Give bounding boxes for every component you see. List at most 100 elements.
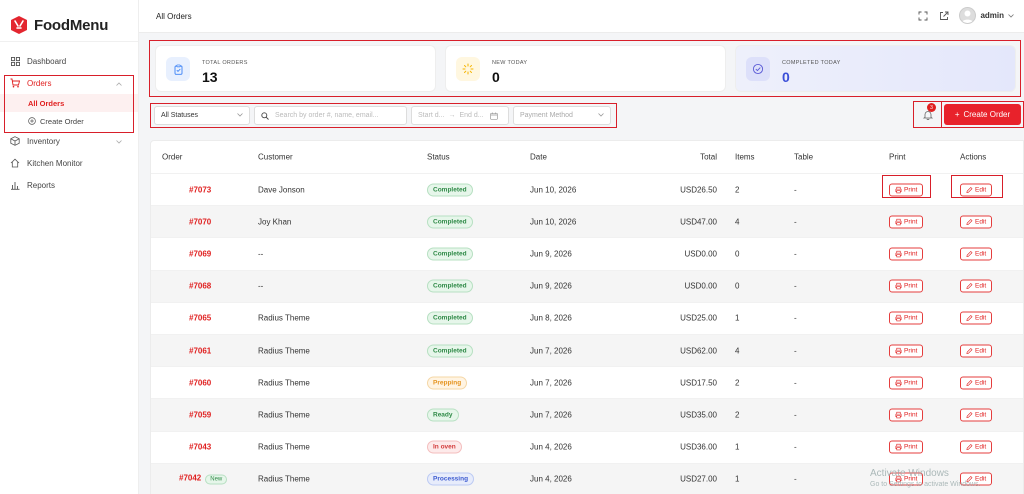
print-button[interactable]: Print [889,215,924,229]
chevron-down-icon [1008,11,1014,20]
print-button[interactable]: Print [889,408,924,422]
print-button[interactable]: Print [889,440,924,454]
order-total: USD0.00 [684,281,717,291]
edit-button[interactable]: Edit [960,279,993,293]
sidebar-item-dashboard[interactable]: Dashboard [0,50,138,72]
stat-label: COMPLETED TODAY [782,60,841,66]
column-header-actions: Actions [960,152,987,162]
status-badge: Completed [427,215,473,229]
watermark-line-1: Activate Windows [870,468,949,479]
pencil-icon [966,379,973,386]
column-header-customer[interactable]: Customer [258,153,293,162]
user-menu[interactable]: admin [959,7,1014,24]
sidebar-subitem-create-order[interactable]: Create Order [0,112,138,130]
column-header-table[interactable]: Table [794,153,813,162]
payment-method-placeholder: Payment Method [520,112,573,119]
table-row[interactable]: #7070 Joy Khan Completed Jun 10, 2026 USD47.… [151,206,1023,239]
table-row[interactable]: #7073 Dave Jonson Completed Jun 10, 2026 USD… [151,174,1023,207]
order-total: USD26.50 [680,185,717,195]
customer-name: Dave Jonson [258,185,305,195]
edit-button[interactable]: Edit [960,247,993,261]
order-number: #7069 [189,249,212,259]
sidebar-item-kitchen-monitor[interactable]: Kitchen Monitor [0,152,138,174]
table-number: - [794,346,797,356]
print-button[interactable]: Print [889,376,924,390]
print-button[interactable]: Print [889,279,924,293]
logo[interactable]: FoodMenu [0,0,138,42]
table-row[interactable]: #7068 -- Completed Jun 9, 2026 USD0.00 0 - Prin… [151,270,1023,303]
order-number-link[interactable]: #7042 New [179,474,228,485]
status-badge: Completed [427,183,473,197]
order-number-link[interactable]: #7070 [189,217,211,226]
table-header: Order Customer Status Date Total Items T… [151,141,1023,174]
column-header-total[interactable]: Total [700,153,717,162]
sidebar-item-reports[interactable]: Reports [0,174,138,196]
table-row[interactable]: #7060 Radius Theme Prepping Jun 7, 2026 USD1… [151,367,1023,400]
column-header-order[interactable]: Order [162,153,182,162]
edit-button[interactable]: Edit [960,215,993,229]
customer-name: Radius Theme [258,442,310,452]
order-number-link[interactable]: #7060 [189,378,211,387]
stat-card-new-today: NEW TODAY 0 [445,45,726,92]
item-count: 4 [735,346,740,356]
status-pill: In oven [427,440,462,454]
table-row[interactable]: #7069 -- Completed Jun 9, 2026 USD0.00 0 - Prin… [151,238,1023,271]
order-number: #7060 [189,378,212,388]
column-header-items[interactable]: Items [735,153,755,162]
edit-button[interactable]: Edit [960,311,993,325]
table-row[interactable]: #7061 Radius Theme Completed Jun 7, 2026 USD… [151,334,1023,368]
table-number: - [794,313,797,323]
order-date: Jun 10, 2026 [530,185,577,195]
printer-icon [895,186,902,193]
order-number-link[interactable]: #7068 [189,282,211,291]
edit-button[interactable]: Edit [960,440,993,454]
status-select[interactable]: All Statuses [154,106,250,125]
order-number-link[interactable]: #7043 [189,443,211,452]
order-number-link[interactable]: #7061 [189,346,211,355]
table-row[interactable]: #7043 Radius Theme In oven Jun 4, 2026 USD36… [151,432,1023,464]
printer-icon [895,443,902,451]
external-link-icon[interactable] [938,10,949,21]
print-button[interactable]: Print [889,311,924,325]
notifications-button[interactable]: 3 [913,101,942,128]
fullscreen-icon[interactable] [917,10,928,21]
table-row[interactable]: #7059 Radius Theme Ready Jun 7, 2026 USD35.0… [151,399,1023,432]
sidebar-subitem-all-orders[interactable]: All Orders [0,94,138,112]
stat-value: 13 [202,69,218,85]
order-number-link[interactable]: #7059 [189,410,211,419]
edit-button[interactable]: Edit [960,183,993,197]
print-button[interactable]: Print [889,247,924,261]
edit-button[interactable]: Edit [960,408,993,422]
sidebar-item-orders[interactable]: Orders [0,72,138,94]
edit-button[interactable]: Edit [960,376,993,390]
create-order-label: Create Order [963,110,1011,119]
order-number-link[interactable]: #7073 [189,185,211,194]
payment-method-select[interactable]: Payment Method [513,106,611,125]
create-order-button[interactable]: + Create Order [944,104,1021,125]
column-header-status[interactable]: Status [427,153,450,162]
customer-name: Radius Theme [258,313,310,323]
search-placeholder: Search by order #, name, email... [275,112,379,119]
print-button[interactable]: Print [889,183,924,197]
print-label: Print [904,218,918,226]
sidebar-item-inventory[interactable]: Inventory [0,130,138,152]
check-circle-icon [746,57,770,81]
edit-label: Edit [975,443,987,451]
printer-icon [895,218,902,225]
bar-chart-icon [10,180,20,190]
pencil-icon [966,347,973,354]
item-count: 2 [735,185,740,195]
date-range-picker[interactable]: Start d... → End d... [411,106,509,125]
order-number: #7068 [189,281,212,291]
edit-button[interactable]: Edit [960,344,993,358]
print-button[interactable]: Print [889,344,924,358]
search-input[interactable]: Search by order #, name, email... [254,106,407,125]
column-header-date[interactable]: Date [530,153,547,162]
order-number-link[interactable]: #7065 [189,314,211,323]
edit-label: Edit [975,411,987,419]
table-number: - [794,249,797,259]
calendar-icon [489,112,498,120]
status-badge: Completed [427,279,473,293]
order-number-link[interactable]: #7069 [189,249,211,258]
table-row[interactable]: #7065 Radius Theme Completed Jun 8, 2026 USD… [151,303,1023,335]
